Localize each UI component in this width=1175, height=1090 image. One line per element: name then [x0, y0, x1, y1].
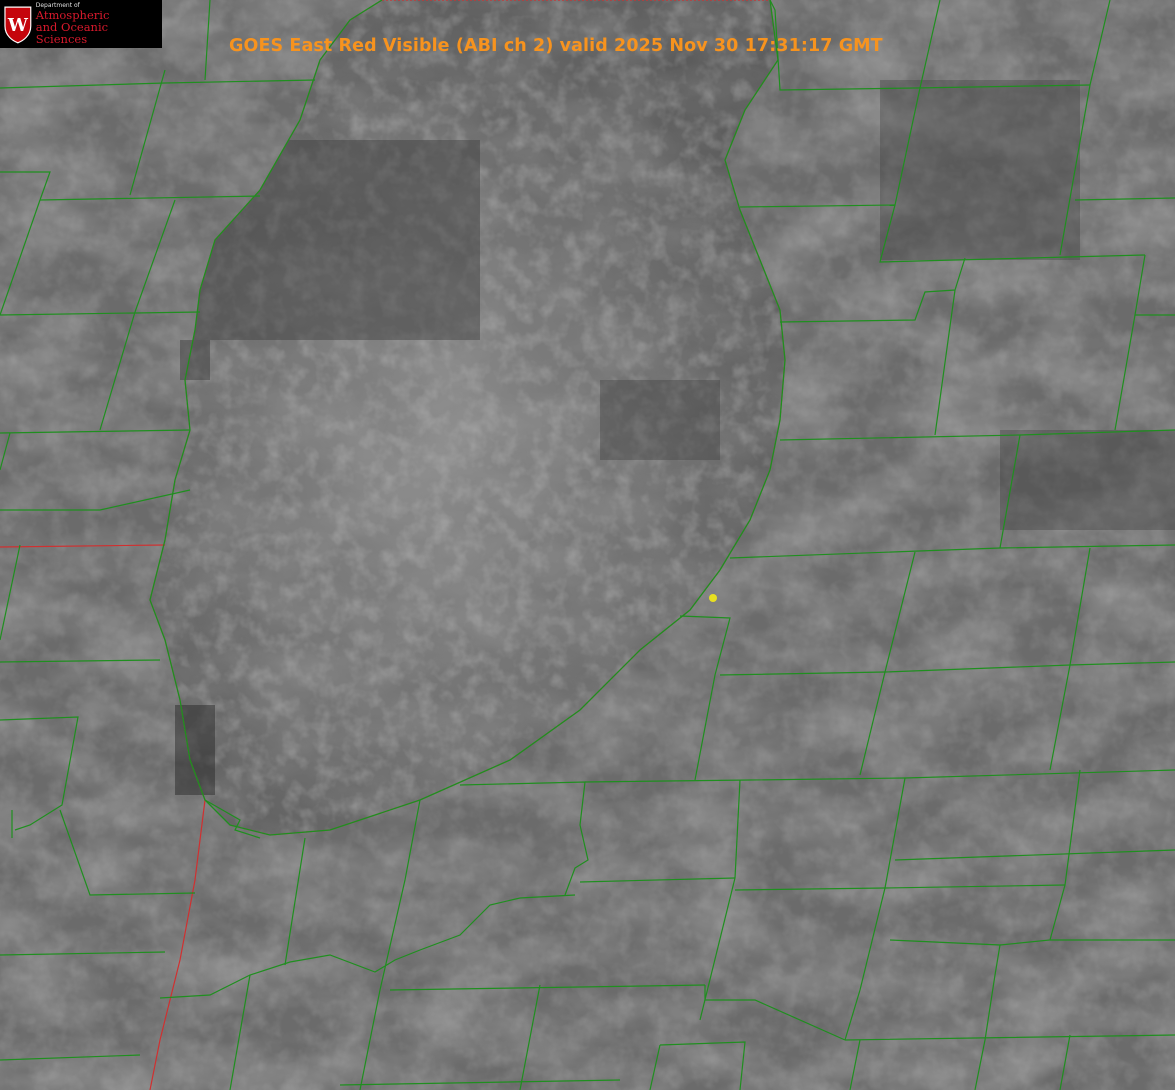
satellite-image-view: W Department of Atmospheric and Oceanic … [0, 0, 1175, 1090]
image-title: GOES East Red Visible (ABI ch 2) valid 2… [229, 36, 883, 56]
svg-text:W: W [7, 15, 29, 36]
location-marker [709, 594, 717, 602]
uw-crest-icon: W [4, 6, 32, 44]
uw-aos-logo: W Department of Atmospheric and Oceanic … [0, 0, 162, 48]
logo-line-2: and Oceanic Sciences [35, 20, 109, 47]
satellite-visible-image [0, 0, 1175, 1090]
